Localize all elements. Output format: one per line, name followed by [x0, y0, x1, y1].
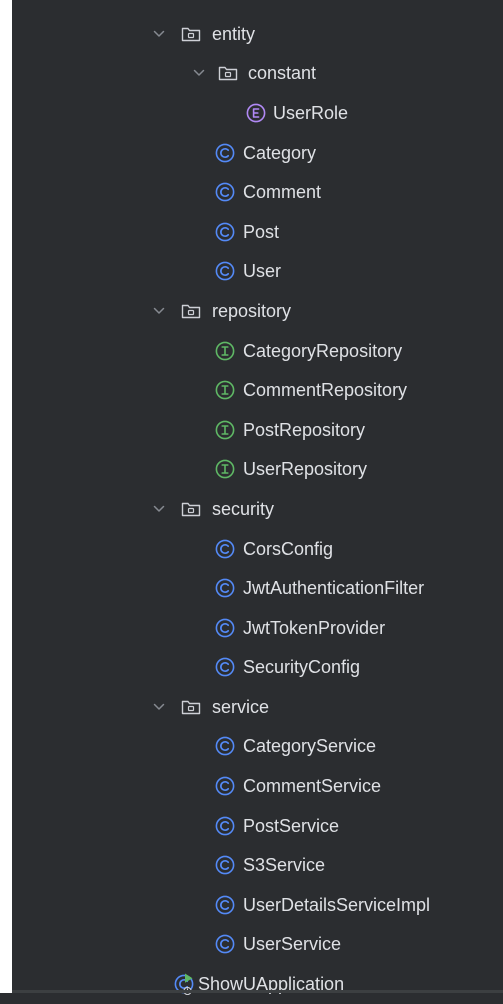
chevron-down-icon[interactable] [150, 500, 168, 518]
tree-node-label: JwtTokenProvider [243, 617, 386, 638]
interface-icon [214, 419, 236, 441]
class-icon [214, 775, 236, 797]
class-icon [214, 181, 236, 203]
project-tree: entity constant UserRole Category Comment Pos… [0, 14, 503, 1004]
tree-package-node[interactable]: repository [0, 291, 503, 331]
tree-node-label: CategoryRepository [243, 340, 403, 361]
package-folder-icon [181, 698, 201, 716]
tree-node-label: UserRepository [243, 459, 368, 480]
package-folder-icon [181, 25, 201, 43]
tree-node-label: Category [243, 142, 317, 163]
enum-icon [245, 102, 267, 124]
tree-file-node[interactable]: PostRepository [0, 410, 503, 450]
chevron-down-icon[interactable] [150, 25, 168, 43]
class-icon [214, 854, 236, 876]
tree-file-node[interactable]: UserRole [0, 93, 503, 133]
tree-node-label: CommentRepository [243, 380, 408, 401]
class-icon [214, 260, 236, 282]
tree-package-node[interactable]: service [0, 687, 503, 727]
tree-file-node[interactable]: Post [0, 212, 503, 252]
tree-file-node[interactable]: JwtAuthenticationFilter [0, 568, 503, 608]
tree-file-node[interactable]: JwtTokenProvider [0, 608, 503, 648]
tree-node-label: entity [212, 23, 256, 44]
tree-node-label: Post [243, 221, 280, 242]
tree-node-label: UserDetailsServiceImpl [243, 894, 431, 915]
tree-file-node[interactable]: UserRepository [0, 450, 503, 490]
chevron-down-icon[interactable] [150, 698, 168, 716]
class-icon [214, 894, 236, 916]
chevron-down-icon[interactable] [190, 64, 208, 82]
interface-icon [214, 458, 236, 480]
project-tool-window: entity constant UserRole Category Comment Pos… [0, 0, 503, 996]
class-icon [214, 815, 236, 837]
tree-node-label: constant [248, 63, 317, 84]
package-folder-icon [218, 64, 238, 82]
tree-node-label: Comment [243, 182, 322, 203]
tree-node-label: User [243, 261, 282, 282]
package-folder-icon [181, 500, 201, 518]
tree-node-label: CorsConfig [243, 538, 334, 559]
tree-file-node[interactable]: UserDetailsServiceImpl [0, 885, 503, 925]
chevron-down-icon[interactable] [150, 302, 168, 320]
tree-file-node[interactable]: CorsConfig [0, 529, 503, 569]
class-icon [214, 577, 236, 599]
tree-file-node[interactable]: CategoryRepository [0, 331, 503, 371]
tree-node-label: service [212, 696, 270, 717]
tree-file-node[interactable]: Comment [0, 172, 503, 212]
tree-file-node[interactable]: S3Service [0, 845, 503, 885]
tree-node-label: CategoryService [243, 736, 377, 757]
class-icon [214, 538, 236, 560]
tree-node-label: PostRepository [243, 419, 366, 440]
interface-icon [214, 379, 236, 401]
class-icon [214, 142, 236, 164]
tree-file-node[interactable]: CommentRepository [0, 370, 503, 410]
class-icon [214, 656, 236, 678]
tree-file-node[interactable]: CommentService [0, 766, 503, 806]
tree-file-node[interactable]: Category [0, 133, 503, 173]
tree-node-label: UserService [243, 934, 342, 955]
tree-node-label: CommentService [243, 776, 382, 797]
tree-file-node[interactable]: PostService [0, 806, 503, 846]
tree-file-node[interactable]: User [0, 252, 503, 292]
tree-node-label: PostService [243, 815, 340, 836]
tree-package-node[interactable]: entity [0, 14, 503, 54]
tree-node-label: JwtAuthenticationFilter [243, 578, 425, 599]
tree-package-node[interactable]: security [0, 489, 503, 529]
tree-node-label: UserRole [273, 102, 349, 123]
tree-node-label: security [212, 498, 275, 519]
tree-package-node[interactable]: constant [0, 54, 503, 94]
class-icon [214, 221, 236, 243]
tree-node-label: SecurityConfig [243, 657, 361, 678]
tree-file-node[interactable]: SecurityConfig [0, 648, 503, 688]
class-icon [214, 933, 236, 955]
class-icon [214, 617, 236, 639]
tree-node-label: repository [212, 300, 292, 321]
tree-file-node[interactable]: CategoryService [0, 727, 503, 767]
class-icon [214, 735, 236, 757]
tree-file-node[interactable]: ShowUApplication [0, 964, 503, 1004]
tree-file-node[interactable]: UserService [0, 925, 503, 965]
tree-node-label: S3Service [243, 855, 326, 876]
interface-icon [214, 340, 236, 362]
package-folder-icon [181, 302, 201, 320]
